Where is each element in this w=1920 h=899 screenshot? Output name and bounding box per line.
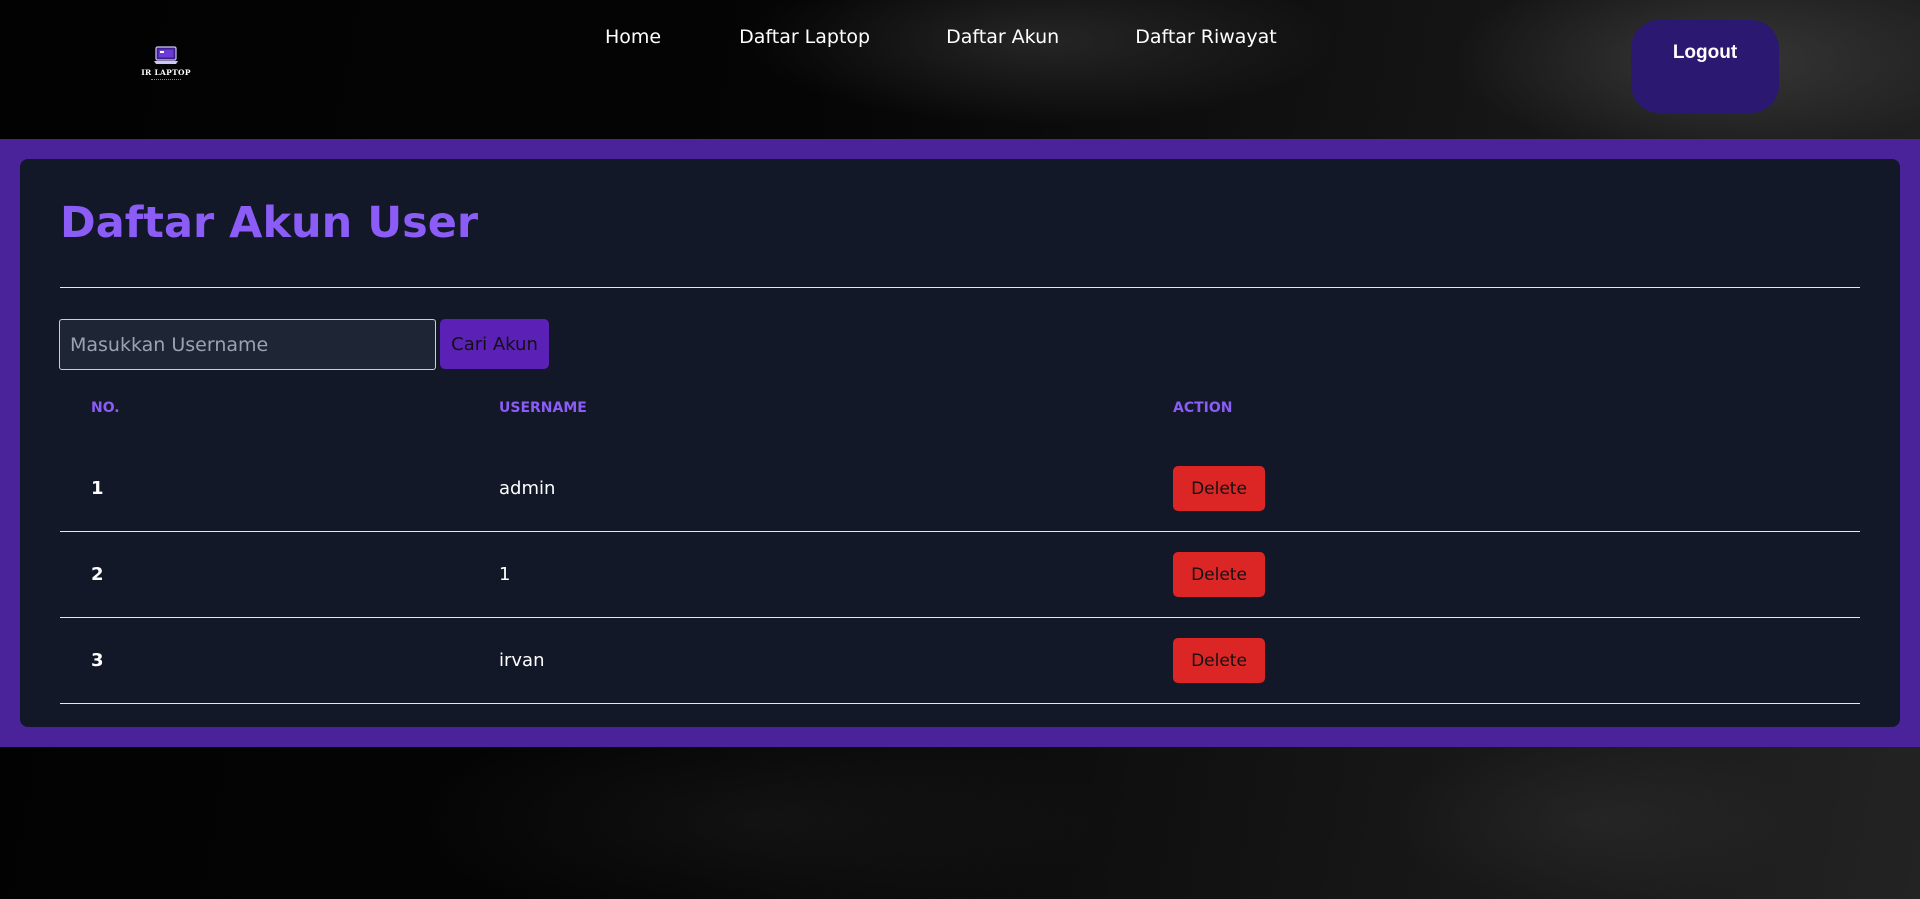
row-username: irvan <box>499 650 545 671</box>
column-header-username: USERNAME <box>499 399 587 416</box>
table-row: 1 admin Delete <box>60 446 1860 532</box>
row-number: 1 <box>91 478 104 499</box>
username-search-input[interactable] <box>59 319 436 370</box>
delete-button[interactable]: Delete <box>1173 552 1265 597</box>
page: IR LAPTOP Home Daftar Laptop Daftar Akun… <box>0 0 1920 899</box>
delete-button[interactable]: Delete <box>1173 466 1265 511</box>
table-header: NO. USERNAME ACTION <box>60 369 1860 446</box>
nav-daftar-riwayat[interactable]: Daftar Riwayat <box>1135 26 1277 48</box>
page-title: Daftar Akun User <box>60 198 479 248</box>
logo-text: IR LAPTOP <box>141 68 191 77</box>
title-divider <box>60 287 1860 288</box>
table-row: 2 1 Delete <box>60 532 1860 618</box>
nav-home[interactable]: Home <box>605 26 661 48</box>
header: IR LAPTOP Home Daftar Laptop Daftar Akun… <box>0 0 1920 139</box>
laptop-icon <box>154 46 178 64</box>
table-row: 3 irvan Delete <box>60 618 1860 704</box>
delete-button[interactable]: Delete <box>1173 638 1265 683</box>
row-number: 3 <box>91 650 104 671</box>
row-number: 2 <box>91 564 104 585</box>
column-header-action: ACTION <box>1173 399 1233 416</box>
account-table: NO. USERNAME ACTION 1 admin Delete 2 1 D… <box>60 369 1860 704</box>
row-username: 1 <box>499 564 511 585</box>
main-nav: Home Daftar Laptop Daftar Akun Daftar Ri… <box>605 26 1277 48</box>
site-logo[interactable]: IR LAPTOP <box>140 46 192 86</box>
account-card: Daftar Akun User Cari Akun NO. USERNAME … <box>20 159 1900 727</box>
content-band: Daftar Akun User Cari Akun NO. USERNAME … <box>0 139 1920 747</box>
search-account-button[interactable]: Cari Akun <box>440 319 549 369</box>
column-header-no: NO. <box>91 399 120 416</box>
logo-tagline <box>151 79 181 82</box>
nav-daftar-akun[interactable]: Daftar Akun <box>946 26 1059 48</box>
nav-daftar-laptop[interactable]: Daftar Laptop <box>739 26 870 48</box>
logout-button[interactable]: Logout <box>1631 20 1779 113</box>
row-username: admin <box>499 478 556 499</box>
